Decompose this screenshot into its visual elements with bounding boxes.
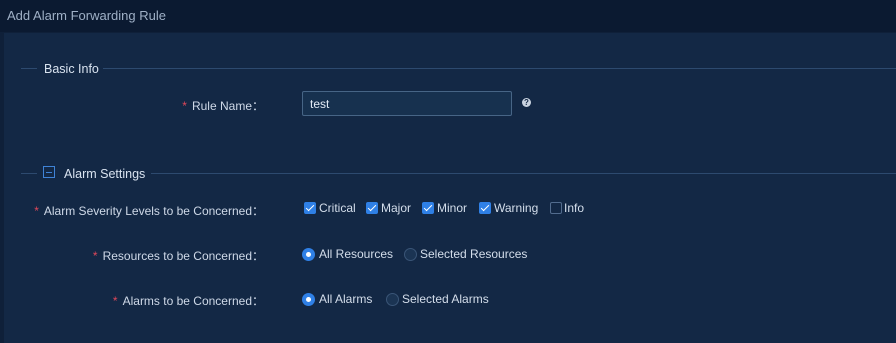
checkbox-minor[interactable] <box>422 202 434 214</box>
checkbox-major[interactable] <box>366 202 378 214</box>
checkbox-warning[interactable] <box>479 202 491 214</box>
radio-selected-resources-label[interactable]: Selected Resources <box>420 247 527 261</box>
alarm-settings-title: Alarm Settings <box>64 167 146 181</box>
question-circle-icon[interactable]: ? <box>522 98 531 107</box>
radio-selected-resources[interactable] <box>404 248 417 261</box>
checkbox-critical-label[interactable]: Critical <box>319 201 356 215</box>
checkbox-major-label[interactable]: Major <box>381 201 411 215</box>
title-bar: Add Alarm Forwarding Rule <box>0 0 896 32</box>
severity-label: * Alarm Severity Levels to be Concerned： <box>34 204 264 218</box>
radio-selected-alarms[interactable] <box>386 293 399 306</box>
checkbox-minor-label[interactable]: Minor <box>437 201 467 215</box>
basic-info-title: Basic Info <box>44 62 99 76</box>
radio-all-alarms-label[interactable]: All Alarms <box>319 292 372 306</box>
resources-label: * Resources to be Concerned： <box>92 249 264 263</box>
checkbox-info-label[interactable]: Info <box>564 201 584 215</box>
section-divider <box>103 68 896 69</box>
section-divider <box>21 68 37 69</box>
radio-all-resources[interactable] <box>302 248 315 261</box>
radio-all-resources-label[interactable]: All Resources <box>319 247 393 261</box>
window-title: Add Alarm Forwarding Rule <box>7 8 166 23</box>
rule-name-input[interactable] <box>302 91 512 116</box>
alarms-label: * Alarms to be Concerned： <box>112 294 264 308</box>
radio-all-alarms[interactable] <box>302 293 315 306</box>
required-mark: * <box>182 99 187 113</box>
radio-selected-alarms-label[interactable]: Selected Alarms <box>402 292 489 306</box>
required-mark: * <box>112 294 118 308</box>
checkbox-info[interactable] <box>550 202 562 214</box>
rule-name-label: * Rule Name： <box>182 99 264 113</box>
minus-square-icon[interactable] <box>43 166 55 178</box>
required-mark: * <box>34 204 39 218</box>
section-divider <box>21 173 37 174</box>
section-divider <box>151 173 896 174</box>
required-mark: * <box>92 249 98 263</box>
checkbox-warning-label[interactable]: Warning <box>494 201 538 215</box>
checkbox-critical[interactable] <box>304 202 316 214</box>
